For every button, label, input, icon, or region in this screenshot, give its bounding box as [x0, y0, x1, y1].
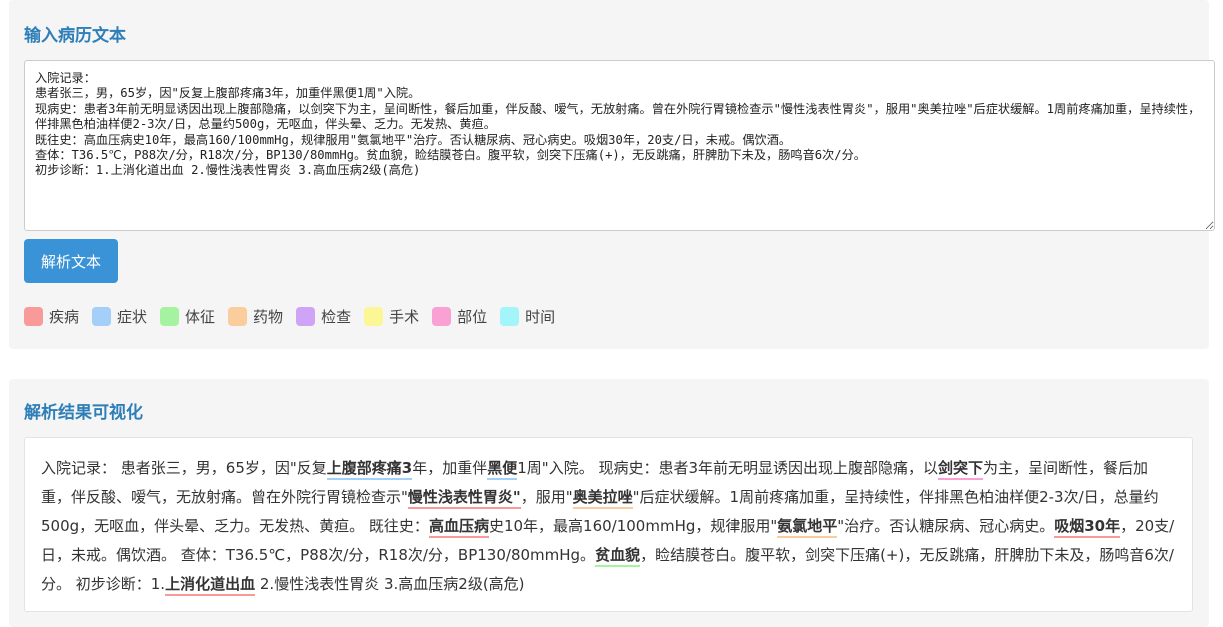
legend-item-symptom: 症状 — [92, 306, 147, 327]
medical-record-textarea[interactable] — [24, 60, 1215, 231]
entity-disease: 上消化道出血 — [165, 575, 256, 596]
parse-text-button[interactable]: 解析文本 — [24, 239, 118, 283]
legend-item-surgery: 手术 — [364, 306, 419, 327]
input-panel-title: 输入病历文本 — [24, 26, 126, 46]
result-panel: 解析结果可视化 入院记录： 患者张三，男，65岁，因"反复上腹部疼痛3年，加重伴… — [9, 379, 1209, 627]
entity-disease: 高血压病 — [428, 517, 489, 538]
legend-label: 症状 — [117, 308, 148, 326]
legend-swatch-symptom — [92, 307, 112, 326]
entity-disease: 慢性浅表性胃炎" — [407, 488, 521, 509]
legend-label: 手术 — [389, 308, 420, 326]
plain-text-segment: 年，加重伴 — [412, 459, 488, 477]
legend-swatch-exam — [296, 307, 316, 326]
entity-drug: 奥美拉唑 — [572, 488, 633, 509]
legend-swatch-surgery — [364, 307, 384, 326]
legend-item-sign: 体征 — [160, 306, 215, 327]
legend-item-disease: 疾病 — [24, 306, 79, 327]
legend-item-drug: 药物 — [228, 306, 283, 327]
entity-symptom: 黑便 — [487, 459, 518, 480]
entity-sign: 贫血貌 — [595, 546, 641, 567]
entity-site: 剑突下 — [938, 459, 984, 480]
legend-swatch-time — [500, 307, 520, 326]
plain-text-segment: 1周"入院。 现病史：患者3年前无明显诱因出现上腹部隐痛，以 — [517, 459, 939, 477]
legend-item-exam: 检查 — [296, 306, 351, 327]
legend-swatch-sign — [160, 307, 180, 326]
legend-label: 部位 — [457, 308, 488, 326]
legend-label: 时间 — [525, 308, 556, 326]
legend-swatch-disease — [24, 307, 43, 326]
plain-text-segment: 入院记录： 患者张三，男，65岁，因"反复 — [41, 459, 327, 477]
plain-text-segment: "治疗。否认糖尿病、冠心病史。 — [837, 517, 1055, 535]
plain-text-segment: ，服用" — [520, 488, 573, 506]
legend-swatch-drug — [228, 307, 248, 326]
legend-item-site: 部位 — [432, 306, 487, 327]
entity-legend: 疾病 症状 体征 药物 检查 手术 部位 时间 — [24, 306, 568, 327]
legend-label: 检查 — [321, 308, 352, 326]
legend-label: 药物 — [253, 308, 284, 326]
legend-label: 体征 — [185, 308, 216, 326]
legend-item-time: 时间 — [500, 306, 555, 327]
legend-label: 疾病 — [49, 308, 80, 326]
plain-text-segment: 2.慢性浅表性胃炎 3.高血压病2级(高危) — [255, 575, 525, 593]
entity-symptom: 上腹部疼痛3 — [326, 459, 413, 480]
result-panel-title: 解析结果可视化 — [24, 403, 143, 423]
legend-swatch-site — [432, 307, 452, 326]
plain-text-segment: 史10年，最高160/100mmHg，规律服用" — [488, 517, 778, 535]
entity-disease: 吸烟30年 — [1054, 517, 1121, 538]
annotated-text-output: 入院记录： 患者张三，男，65岁，因"反复上腹部疼痛3年，加重伴黑便1周"入院。… — [24, 437, 1193, 612]
input-panel: 输入病历文本 解析文本 疾病 症状 体征 药物 检查 手术 部位 — [9, 0, 1215, 349]
entity-drug: 氨氯地平 — [777, 517, 838, 538]
